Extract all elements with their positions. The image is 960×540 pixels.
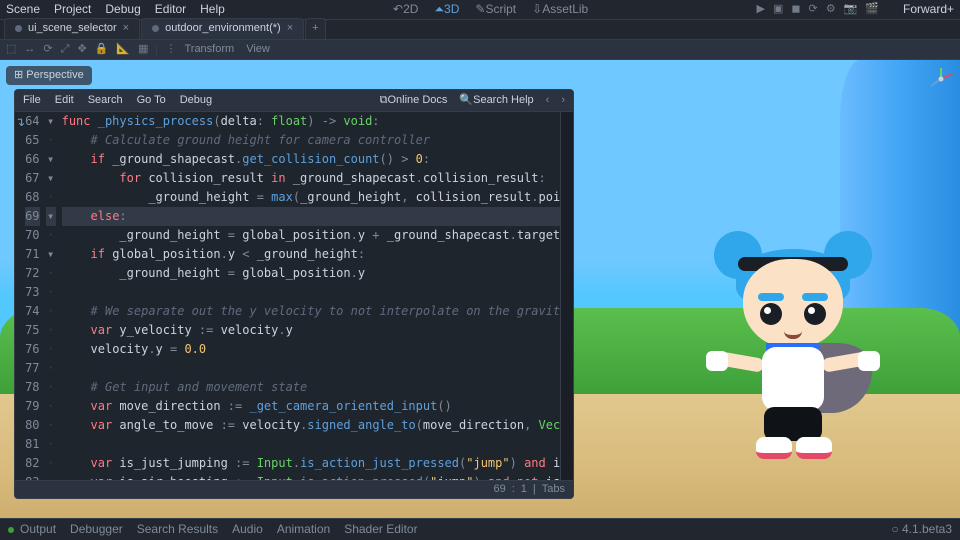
status-indent: Tabs xyxy=(542,482,565,497)
playtest-icons: ▶ ▣ ◼ ⟳ ⚙ 📷 🎬 xyxy=(756,2,879,17)
toolbar-icon-2[interactable]: ⟳ xyxy=(43,42,52,57)
play-icon-2[interactable]: ◼ xyxy=(791,2,800,17)
script-status-bar: 69 : 1 | Tabs xyxy=(15,480,573,498)
toolbar-menu-transform[interactable]: Transform xyxy=(184,42,234,57)
toolbar-icon-1[interactable]: ↔ xyxy=(24,42,35,57)
workspace-toggle-assetlib[interactable]: ⇩AssetLib xyxy=(532,1,588,18)
script-editor-panel: File Edit Search Go To Debug ⧉Online Docs 🔍S… xyxy=(14,89,574,499)
script-menu-file[interactable]: File xyxy=(23,93,41,108)
main-menu-items: Scene Project Debug Editor Help xyxy=(6,1,225,18)
workspace-toggle-3d[interactable]: ⏶3D xyxy=(434,1,459,18)
character-model xyxy=(708,219,878,479)
menu-project[interactable]: Project xyxy=(54,1,91,18)
workspace-toggle-script[interactable]: ✎Script xyxy=(475,1,516,18)
play-icon-4[interactable]: ⚙ xyxy=(826,2,836,17)
online-docs-link[interactable]: ⧉Online Docs xyxy=(380,93,448,108)
script-menu-debug[interactable]: Debug xyxy=(180,93,212,108)
script-nav-back[interactable]: ‹ xyxy=(546,93,550,108)
scene-tab-strip: ui_scene_selector×outdoor_environment(*)… xyxy=(0,20,960,40)
script-menu-bar: File Edit Search Go To Debug ⧉Online Docs 🔍S… xyxy=(15,90,573,112)
bottom-panel-output[interactable]: Output xyxy=(20,521,56,538)
tab-add[interactable]: + xyxy=(305,18,325,39)
bottom-panel-shader-editor[interactable]: Shader Editor xyxy=(344,521,417,538)
script-menu-items: File Edit Search Go To Debug xyxy=(23,93,212,108)
bottom-panel-buttons: Output Debugger Search Results Audio Animati… xyxy=(20,521,418,538)
play-icon-6[interactable]: 🎬 xyxy=(865,2,879,17)
toolbar-icon-0[interactable]: ⬚ xyxy=(6,42,16,57)
bottom-panel-bar: Output Debugger Search Results Audio Animati… xyxy=(0,518,960,540)
code-area[interactable]: ↴ 64656667686970717273747576777879808182… xyxy=(15,112,573,480)
bottom-panel-animation[interactable]: Animation xyxy=(277,521,330,538)
bottom-panel-audio[interactable]: Audio xyxy=(232,521,263,538)
search-help-label: Search Help xyxy=(473,94,534,106)
output-status-dot xyxy=(8,527,14,533)
toolbar-icon-5[interactable]: 🔒 xyxy=(95,42,109,57)
play-icon-0[interactable]: ▶ xyxy=(756,2,764,17)
workspace-toggle-2d[interactable]: ↶2D xyxy=(393,1,418,18)
online-docs-label: Online Docs xyxy=(387,94,447,106)
viewport-tool-menus: Transform View xyxy=(184,42,269,57)
toolbar-menu-view[interactable]: View xyxy=(246,42,270,57)
play-icon-5[interactable]: 📷 xyxy=(844,2,858,17)
version-label: ○ 4.1.beta3 xyxy=(891,521,952,538)
viewport-toolbar: ⬚↔⟳⤢✥🔒📐▦ ⋮ TransformView xyxy=(0,40,960,60)
viewport-tool-icons: ⬚ ↔ ⟳ ⤢ ✥ 🔒 📐 ▦ xyxy=(6,42,148,57)
workspace: ⊞ Perspective File Edit Search Go To Debug ⧉… xyxy=(0,60,960,537)
close-icon[interactable]: × xyxy=(123,21,129,36)
minimap[interactable] xyxy=(560,112,573,480)
toolbar-icon-6[interactable]: 📐 xyxy=(116,42,130,57)
menu-scene[interactable]: Scene xyxy=(6,1,40,18)
renderer-dropdown[interactable]: Forward+ xyxy=(903,1,954,18)
orientation-gizmo[interactable] xyxy=(928,66,954,92)
script-menu-edit[interactable]: Edit xyxy=(55,93,74,108)
close-icon[interactable]: × xyxy=(287,21,293,36)
perspective-chip[interactable]: ⊞ Perspective xyxy=(6,66,92,85)
script-nav-forward[interactable]: › xyxy=(561,93,565,108)
menu-help[interactable]: Help xyxy=(200,1,225,18)
tab-outdoor-environment-[interactable]: outdoor_environment(*)× xyxy=(141,18,304,39)
search-help-link[interactable]: 🔍Search Help xyxy=(459,93,533,108)
toolbar-icon-7[interactable]: ▦ xyxy=(138,42,148,57)
script-menu-go-to[interactable]: Go To xyxy=(137,93,166,108)
menu-debug[interactable]: Debug xyxy=(105,1,140,18)
bottom-panel-debugger[interactable]: Debugger xyxy=(70,521,123,538)
play-icon-3[interactable]: ⟳ xyxy=(808,2,817,17)
menu-editor[interactable]: Editor xyxy=(155,1,186,18)
script-menu-search[interactable]: Search xyxy=(88,93,123,108)
play-icon-1[interactable]: ▣ xyxy=(773,2,783,17)
toolbar-icon-3[interactable]: ⤢ xyxy=(61,42,70,57)
line-number-gutter: 6465666768697071727374757677787980818283… xyxy=(25,112,45,480)
workspace-toggles: ↶2D ⏶3D ✎Script ⇩AssetLib xyxy=(393,1,588,18)
status-col: 1 xyxy=(521,482,527,497)
fold-gutter[interactable]: ▾·▾▾·▾·▾··············· xyxy=(46,112,56,480)
tab-ui-scene-selector[interactable]: ui_scene_selector× xyxy=(4,18,140,39)
code-text[interactable]: func _physics_process(delta: float) -> v… xyxy=(56,112,561,480)
status-line: 69 xyxy=(493,482,505,497)
toolbar-icon-4[interactable]: ✥ xyxy=(77,42,86,57)
bottom-panel-search-results[interactable]: Search Results xyxy=(137,521,218,538)
